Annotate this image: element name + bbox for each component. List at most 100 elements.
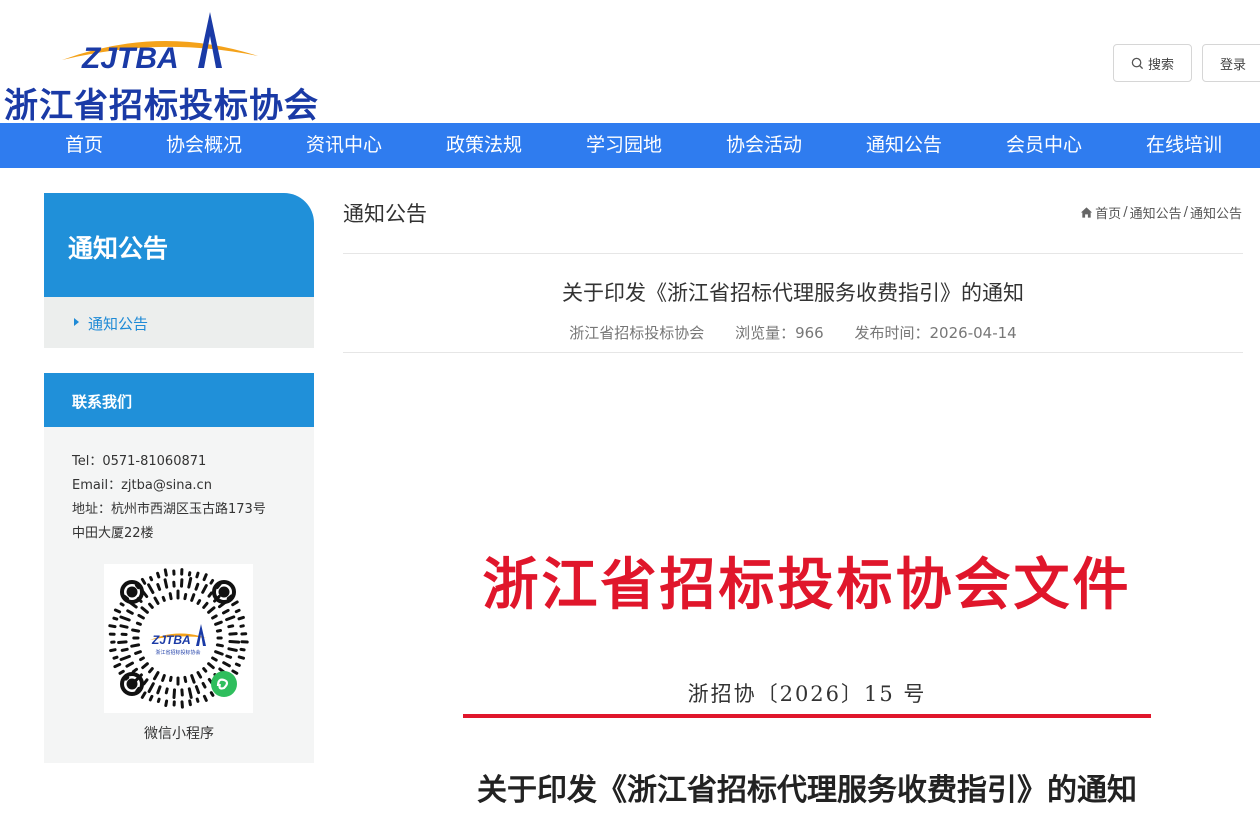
qr-stroke [183, 593, 188, 601]
article-title: 关于印发《浙江省招标代理服务收费指引》的通知 [562, 281, 1024, 305]
nav-item-activities[interactable]: 协会活动 [704, 123, 824, 168]
qr-stroke [109, 648, 117, 653]
site-name: 浙江省招标投标协会 [4, 86, 319, 126]
qr-stroke [196, 671, 203, 679]
login-button[interactable]: 登录 [1202, 44, 1260, 82]
qr-stroke [156, 571, 161, 579]
search-icon [1131, 57, 1144, 69]
qr-stroke [207, 606, 216, 614]
qr-stroke [113, 608, 122, 614]
page-title: 通知公告 [343, 202, 427, 226]
qr-stroke [112, 655, 119, 660]
qr-stroke [237, 655, 245, 660]
qr-stroke [194, 582, 200, 591]
qr-stroke [112, 616, 119, 621]
qr-stroke [125, 661, 134, 668]
contact-email[interactable]: Email：zjtba@sina.cn [72, 474, 212, 493]
qr-stroke [215, 629, 222, 633]
qr-stroke [237, 615, 245, 621]
qr-finder-dot [218, 586, 230, 598]
divider [343, 253, 1243, 254]
contact-header: 联系我们 [44, 373, 314, 427]
qr-stroke [131, 667, 138, 674]
qr-stroke [153, 596, 160, 605]
qr-stroke [147, 682, 155, 693]
article-meta: 浙江省招标投标协会 浏览量：966 发布时间：2026-04-14 [343, 322, 1243, 343]
qr-code-icon: ZJTBA 浙江省招标投标协会 [108, 568, 249, 709]
qr-stroke [148, 602, 154, 609]
qr-stroke [156, 697, 161, 703]
qr-stroke [118, 669, 125, 675]
qr-stroke [183, 675, 188, 683]
qr-stroke [141, 662, 149, 670]
qr-stroke [120, 647, 129, 652]
document-red-rule [463, 714, 1151, 718]
nav-item-members[interactable]: 会员中心 [984, 123, 1104, 168]
site-header: ZJTBA 浙江省招标投标协会 搜索 登录 [0, 0, 1260, 126]
qr-stroke [202, 694, 208, 702]
qr-stroke [207, 591, 213, 598]
qr-stroke [202, 601, 209, 609]
qr-stroke [222, 661, 231, 668]
qr-stroke [161, 595, 166, 602]
qr-stroke [194, 685, 201, 695]
breadcrumb: 首页 / 通知公告 / 通知公告 [1080, 203, 1242, 222]
nav-item-learning[interactable]: 学习园地 [564, 123, 684, 168]
contact-address: 地址：杭州市西湖区玉古路173号 [72, 502, 266, 517]
qr-finder-dot [126, 678, 138, 690]
qr-stroke [140, 691, 147, 699]
nav-item-about[interactable]: 协会概况 [144, 123, 264, 168]
qr-stroke [142, 678, 149, 686]
qr-stroke [131, 628, 141, 633]
site-logo[interactable]: ZJTBA 浙江省招标投标协会 [4, 10, 324, 126]
qr-stroke [168, 592, 173, 601]
qr-stroke [187, 577, 193, 589]
nav-item-news[interactable]: 资讯中心 [284, 123, 404, 168]
sidebar-item-label: 通知公告 [88, 315, 149, 333]
qr-stroke [222, 608, 230, 615]
nav-item-notices[interactable]: 通知公告 [844, 123, 964, 168]
qr-stroke [227, 624, 235, 629]
breadcrumb-home[interactable]: 首页 [1095, 203, 1121, 222]
nav-item-training[interactable]: 在线培训 [1124, 123, 1244, 168]
qr-finder-dot [126, 586, 138, 598]
qr-stroke [139, 656, 145, 662]
qr-stroke [140, 577, 147, 585]
qr-stroke [195, 571, 200, 579]
nav-item-policy[interactable]: 政策法规 [424, 123, 544, 168]
article-source: 浙江省招标投标协会 [569, 324, 705, 342]
qr-stroke [214, 620, 223, 626]
qr-stroke [149, 576, 154, 582]
qr-stroke [211, 656, 218, 662]
qr-stroke [215, 643, 224, 648]
qr-stroke [228, 640, 241, 644]
qr-stroke [202, 667, 208, 673]
breadcrumb-current[interactable]: 通知公告 [1190, 203, 1242, 222]
qr-stroke [119, 602, 125, 607]
qr-stroke [209, 691, 215, 697]
qr-stroke [156, 685, 162, 695]
sidebar-item-notices[interactable]: 通知公告 [44, 297, 314, 348]
qr-stroke [164, 687, 169, 695]
main-nav: 首页 协会概况 资讯中心 政策法规 学习园地 协会活动 通知公告 会员中心 在线… [0, 123, 1260, 168]
contact-panel: Tel：0571-81060871 Email：zjtba@sina.cn 地址… [44, 427, 314, 763]
qr-stroke [126, 609, 134, 615]
qr-stroke [130, 643, 141, 648]
qr-stroke [202, 573, 208, 582]
article-views: 浏览量：966 [735, 324, 824, 342]
nav-item-home[interactable]: 首页 [24, 123, 144, 168]
qr-stroke [234, 608, 241, 614]
contact-title: 联系我们 [72, 393, 133, 411]
zjtba-logo-mark: ZJTBA [62, 12, 258, 75]
qr-stroke [147, 583, 155, 594]
qr-stroke [187, 687, 193, 699]
qr-stroke [228, 632, 238, 636]
breadcrumb-separator: / [1123, 205, 1128, 220]
qr-stroke [190, 674, 196, 684]
qr-stroke [231, 600, 239, 607]
qr-stroke [195, 697, 200, 703]
sidebar-section-title: 通知公告 [68, 234, 169, 263]
breadcrumb-notices[interactable]: 通知公告 [1130, 203, 1182, 222]
qr-stroke [117, 640, 128, 644]
search-button[interactable]: 搜索 [1113, 44, 1192, 82]
